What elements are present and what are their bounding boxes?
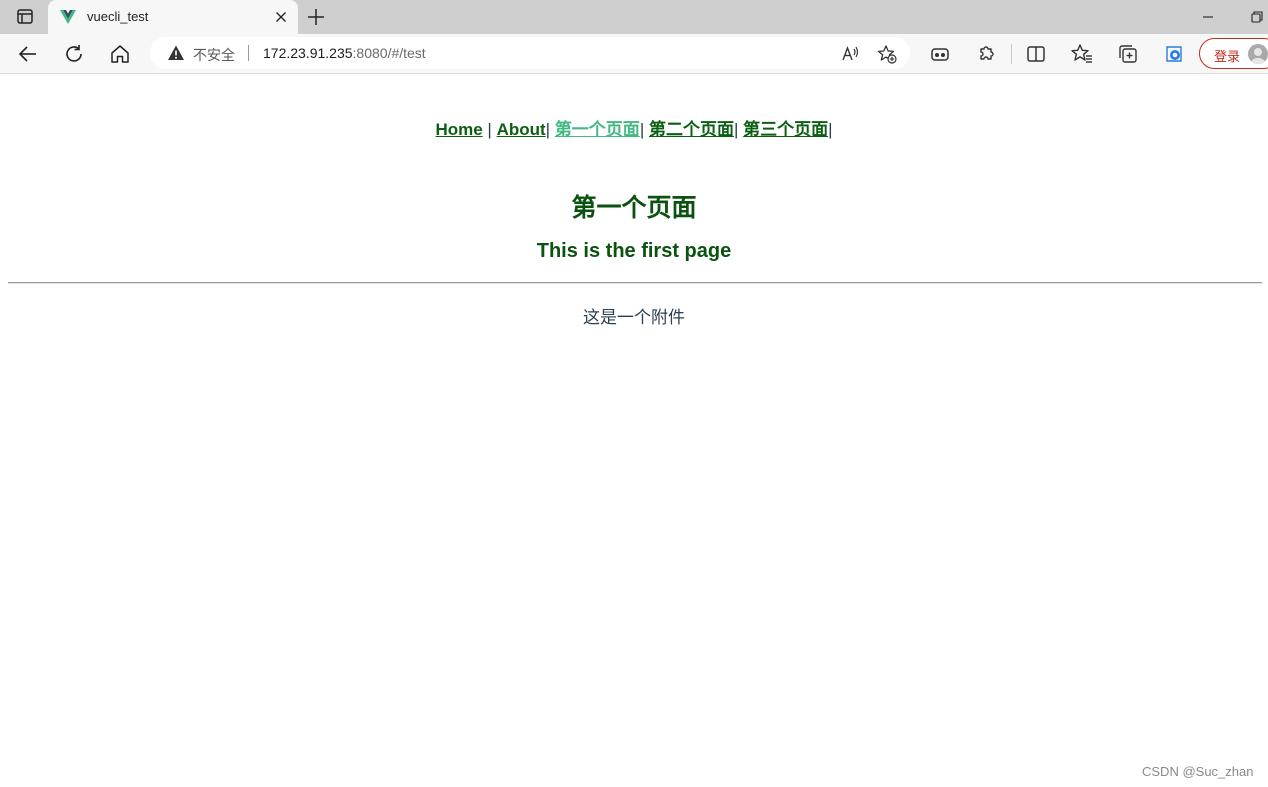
- back-icon[interactable]: [16, 42, 40, 66]
- browser-tab[interactable]: vuecli_test: [48, 0, 298, 34]
- read-aloud-icon[interactable]: [840, 44, 860, 64]
- home-icon[interactable]: [108, 42, 132, 66]
- nav-link-first-page[interactable]: 第一个页面: [555, 120, 640, 139]
- add-favorite-icon[interactable]: [877, 44, 897, 64]
- extensions-puzzle-icon[interactable]: [974, 42, 998, 66]
- close-icon[interactable]: [272, 8, 290, 26]
- nav-link-home[interactable]: Home: [435, 120, 482, 139]
- browser-toolbar: 不安全 172.23.91.235:8080/#/test 登录: [0, 34, 1268, 74]
- url-host: 172.23.91.235: [263, 45, 353, 61]
- horizontal-rule: [8, 282, 1262, 284]
- nav-link-third-page[interactable]: 第三个页面: [743, 120, 828, 139]
- url-text[interactable]: 172.23.91.235:8080/#/test: [263, 45, 426, 61]
- avatar-icon: [1248, 44, 1268, 64]
- vue-logo-icon: [60, 9, 76, 25]
- warning-icon[interactable]: [167, 44, 185, 62]
- nav-separator: |: [828, 120, 833, 139]
- login-label: 登录: [1214, 49, 1241, 64]
- router-nav: Home | About| 第一个页面| 第二个页面| 第三个页面|: [0, 115, 1268, 140]
- attachment-text: 这是一个附件: [583, 308, 685, 327]
- nav-link-about[interactable]: About: [497, 120, 546, 139]
- omnibox-divider: [248, 45, 249, 61]
- split-screen-icon[interactable]: [1024, 42, 1048, 66]
- nav-separator: |: [639, 120, 649, 139]
- restore-icon[interactable]: [1246, 8, 1266, 26]
- minimize-icon[interactable]: [1198, 8, 1218, 26]
- tab-strip: vuecli_test: [0, 0, 1268, 34]
- toolbar-divider: [1011, 44, 1012, 64]
- nav-link-second-page[interactable]: 第二个页面: [649, 120, 734, 139]
- refresh-icon[interactable]: [62, 42, 86, 66]
- extensions-icon[interactable]: [928, 42, 952, 66]
- url-path: :8080/#/test: [352, 45, 426, 61]
- login-button[interactable]: 登录: [1199, 38, 1268, 69]
- tab-title: vuecli_test: [87, 9, 149, 24]
- nav-separator: |: [482, 120, 497, 139]
- watermark: CSDN @Suc_zhan: [1142, 764, 1254, 779]
- nav-separator: |: [733, 120, 744, 139]
- tab-actions-icon[interactable]: [10, 7, 40, 27]
- collections-icon[interactable]: [1116, 42, 1140, 66]
- security-label[interactable]: 不安全: [193, 45, 235, 65]
- copilot-icon[interactable]: [1162, 42, 1186, 66]
- page-heading: 第一个页面: [571, 194, 697, 222]
- page-subheading: This is the first page: [536, 240, 732, 262]
- new-tab-icon[interactable]: [305, 6, 327, 28]
- address-bar[interactable]: 不安全 172.23.91.235:8080/#/test: [150, 37, 910, 69]
- nav-separator: |: [545, 120, 555, 139]
- favorites-icon[interactable]: [1070, 42, 1094, 66]
- page-viewport: Home | About| 第一个页面| 第二个页面| 第三个页面| 第一个页面…: [0, 74, 1268, 787]
